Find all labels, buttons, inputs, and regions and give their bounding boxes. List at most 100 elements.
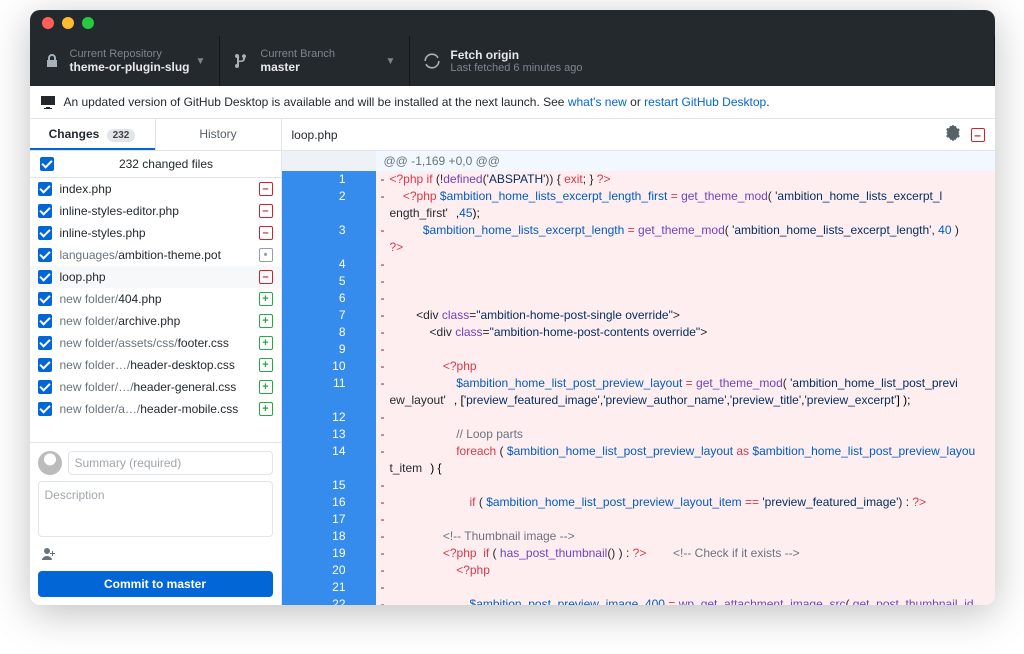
file-row[interactable]: new folder/assets/css/footer.css + [30, 332, 281, 354]
fetch-sub: Last fetched 6 minutes ago [450, 62, 979, 74]
toolbar: Current Repository theme-or-plugin-slug … [30, 36, 995, 86]
select-all-checkbox[interactable] [40, 157, 54, 171]
file-row[interactable]: new folder/a…/header-mobile.css + [30, 398, 281, 420]
file-path: index.php [60, 182, 251, 196]
diff-line: - $ambition_home_list_post_preview_layou… [376, 375, 995, 392]
diff-line: - [376, 477, 995, 494]
commit-form: Summary (required) Description Commit to… [30, 442, 281, 605]
file-status-icon: + [259, 336, 273, 350]
file-row[interactable]: index.php– [30, 178, 281, 200]
tab-changes[interactable]: Changes 232 [30, 119, 156, 150]
diff-line: - <div class="ambition-home-post-single … [376, 307, 995, 324]
avatar [38, 451, 62, 475]
description-input[interactable]: Description [38, 481, 273, 537]
summary-input[interactable]: Summary (required) [68, 451, 273, 475]
file-status-icon: + [259, 314, 273, 328]
file-path: new folder…/header-desktop.css [60, 358, 251, 372]
file-path: inline-styles-editor.php [60, 204, 251, 218]
file-checkbox[interactable] [38, 336, 52, 350]
diff-line: - [376, 290, 995, 307]
zoom-window-button[interactable] [82, 17, 94, 29]
file-checkbox[interactable] [38, 182, 52, 196]
diff-line: - [376, 579, 995, 596]
file-checkbox[interactable] [38, 226, 52, 240]
file-checkbox[interactable] [38, 380, 52, 394]
current-branch-dropdown[interactable]: Current Branch master ▼ [220, 36, 410, 86]
tab-history[interactable]: History [156, 119, 282, 150]
collapse-diff-button[interactable]: – [971, 128, 985, 142]
file-row[interactable]: loop.php– [30, 266, 281, 288]
file-checkbox[interactable] [38, 358, 52, 372]
restart-link[interactable]: restart GitHub Desktop [644, 95, 766, 109]
diff-line: - [376, 511, 995, 528]
desktop-icon [40, 94, 56, 110]
diff-line: - [376, 341, 995, 358]
fetch-origin-button[interactable]: Fetch origin Last fetched 6 minutes ago [410, 36, 994, 86]
file-row[interactable]: new folder/…/header-general.css + [30, 376, 281, 398]
diff-line: -<?php if (!defined('ABSPATH')) { exit; … [376, 171, 995, 188]
diff-line: - $ambition_post_preview_image_400 = wp_… [376, 596, 995, 605]
file-path: loop.php [60, 270, 251, 284]
file-row[interactable]: inline-styles-editor.php– [30, 200, 281, 222]
diff-line: - [376, 273, 995, 290]
app-window: Current Repository theme-or-plugin-slug … [30, 10, 995, 605]
file-checkbox[interactable] [38, 248, 52, 262]
file-status-icon: – [259, 226, 273, 240]
diff-line: - $ambition_home_lists_excerpt_length = … [376, 222, 995, 239]
changes-count-badge: 232 [107, 129, 136, 142]
diff-line: - [376, 256, 995, 273]
file-path: new folder/assets/css/footer.css [60, 336, 251, 350]
select-all-row[interactable]: 232 changed files [30, 151, 281, 178]
file-row[interactable]: new folder/archive.php+ [30, 310, 281, 332]
update-banner: An updated version of GitHub Desktop is … [30, 86, 995, 119]
diff-line: ength_first', 45 ); [376, 205, 995, 222]
file-checkbox[interactable] [38, 204, 52, 218]
file-status-icon: + [259, 380, 273, 394]
file-row[interactable]: inline-styles.php– [30, 222, 281, 244]
banner-text: An updated version of GitHub Desktop is … [64, 95, 770, 109]
minimize-window-button[interactable] [62, 17, 74, 29]
file-checkbox[interactable] [38, 292, 52, 306]
file-row[interactable]: new folder…/header-desktop.css + [30, 354, 281, 376]
file-status-icon: + [259, 402, 273, 416]
file-status-icon: – [259, 204, 273, 218]
file-status-icon: • [259, 248, 273, 262]
code-area[interactable]: @@ -1,169 +0,0 @@ -<?php if (!defined('A… [376, 151, 995, 605]
file-path: new folder/…/header-general.css [60, 380, 251, 394]
file-row[interactable]: new folder/404.php+ [30, 288, 281, 310]
file-status-icon: + [259, 358, 273, 372]
file-checkbox[interactable] [38, 402, 52, 416]
diff-line: t_item ) { [376, 460, 995, 477]
file-checkbox[interactable] [38, 314, 52, 328]
repo-value: theme-or-plugin-slug [70, 60, 190, 74]
diff-line: - if ( $ambition_home_list_post_preview_… [376, 494, 995, 511]
diff-line: - <div class="ambition-home-post-content… [376, 324, 995, 341]
titlebar [30, 10, 995, 36]
diff-line: - <?php [376, 358, 995, 375]
diff-line: - [376, 409, 995, 426]
branch-icon [234, 53, 250, 69]
file-path: languages/ambition-theme.pot [60, 248, 251, 262]
file-checkbox[interactable] [38, 270, 52, 284]
gear-icon[interactable] [945, 125, 961, 144]
diff-view: 12345678910111213141516171819202122 @@ -… [282, 151, 995, 605]
window-controls [42, 17, 94, 29]
hunk-header: @@ -1,169 +0,0 @@ [376, 151, 995, 171]
whats-new-link[interactable]: what's new [568, 95, 627, 109]
chevron-down-icon: ▼ [386, 56, 396, 67]
close-window-button[interactable] [42, 17, 54, 29]
diff-line: - foreach ( $ambition_home_list_post_pre… [376, 443, 995, 460]
current-repository-dropdown[interactable]: Current Repository theme-or-plugin-slug … [30, 36, 221, 86]
file-list[interactable]: index.php–inline-styles-editor.php–inlin… [30, 178, 281, 442]
line-number-gutter: 12345678910111213141516171819202122 [282, 151, 376, 605]
diff-file-header: loop.php – [282, 119, 995, 150]
add-coauthor-button[interactable] [38, 543, 60, 565]
file-path: new folder/a…/header-mobile.css [60, 402, 251, 416]
fetch-label: Fetch origin [450, 48, 979, 62]
file-row[interactable]: languages/ambition-theme.pot • [30, 244, 281, 266]
changed-files-count: 232 changed files [62, 157, 271, 171]
file-status-icon: – [259, 182, 273, 196]
commit-button[interactable]: Commit to master [38, 571, 273, 597]
chevron-down-icon: ▼ [196, 56, 206, 67]
file-path: new folder/404.php [60, 292, 251, 306]
